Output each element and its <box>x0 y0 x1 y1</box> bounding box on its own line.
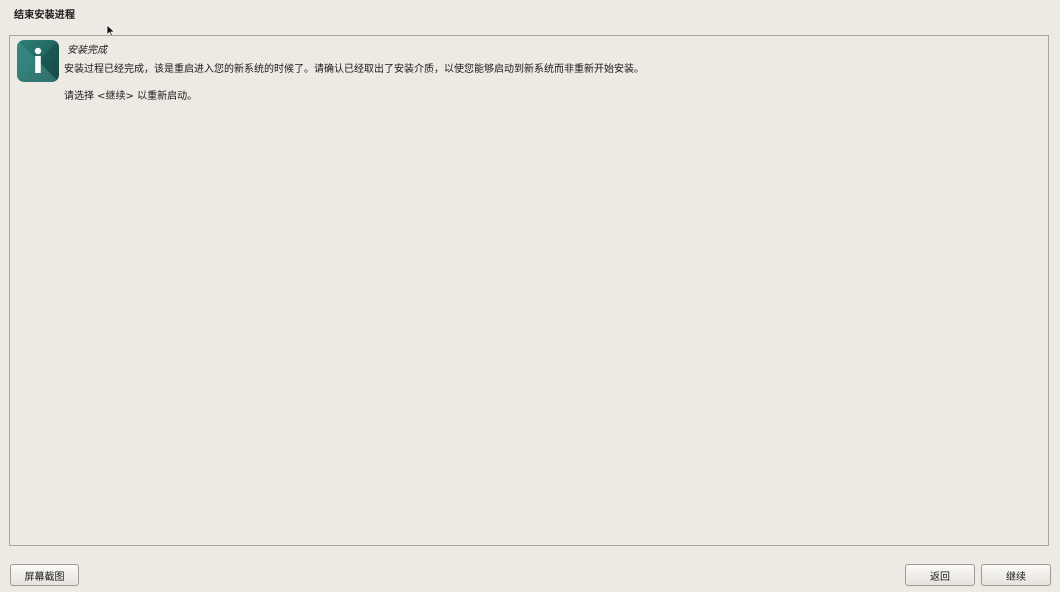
back-button[interactable]: 返回 <box>905 564 975 586</box>
message-hint: 请选择 <继续> 以重新启动。 <box>64 91 198 102</box>
content-panel: 安装完成 安装过程已经完成，该是重启进入您的新系统的时候了。请确认已经取出了安装… <box>9 35 1049 546</box>
message-body: 安装过程已经完成，该是重启进入您的新系统的时候了。请确认已经取出了安装介质，以使… <box>64 64 644 75</box>
continue-button[interactable]: 继续 <box>981 564 1051 586</box>
screenshot-button[interactable]: 屏幕截图 <box>10 564 79 586</box>
window-title: 结束安装进程 <box>14 10 76 21</box>
message-title: 安装完成 <box>67 45 107 56</box>
info-icon <box>17 40 59 82</box>
